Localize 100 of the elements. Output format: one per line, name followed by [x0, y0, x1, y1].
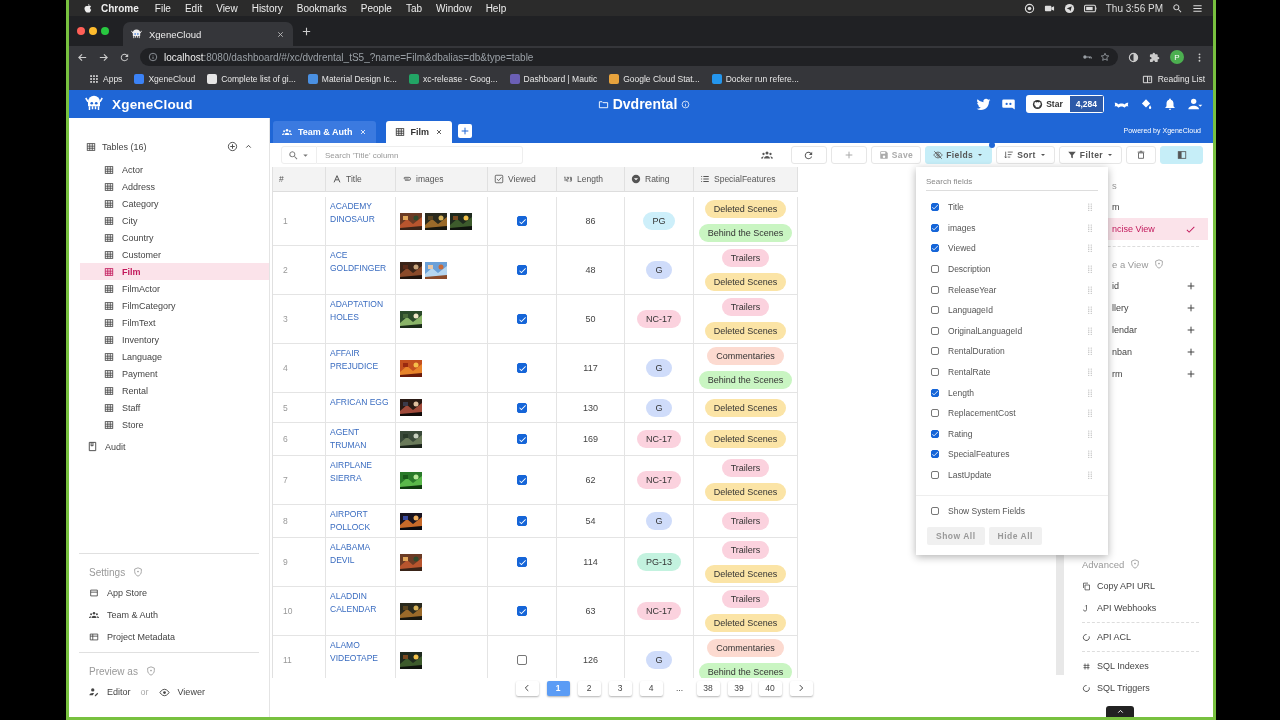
- column-header[interactable]: Length: [557, 167, 625, 192]
- menu-item[interactable]: File: [147, 2, 178, 14]
- checkbox[interactable]: [517, 216, 527, 226]
- column-header[interactable]: Rating: [625, 167, 694, 192]
- sidebar-item[interactable]: Language: [80, 348, 269, 365]
- sidebar-item[interactable]: App Store: [89, 582, 259, 604]
- drag-handle-icon[interactable]: [1085, 264, 1095, 275]
- search-options-button[interactable]: [281, 146, 317, 164]
- column-header[interactable]: SpecialFeatures: [694, 167, 798, 192]
- checkbox[interactable]: [931, 326, 939, 335]
- zoom-light[interactable]: [101, 27, 109, 35]
- sidebar-item[interactable]: Address: [80, 178, 269, 195]
- apple-icon[interactable]: [82, 2, 93, 14]
- close-light[interactable]: [77, 27, 85, 35]
- checkbox[interactable]: [931, 409, 939, 418]
- drag-handle-icon[interactable]: [1085, 387, 1095, 398]
- menu-item[interactable]: API Webhooks: [1064, 597, 1213, 619]
- panel-toggle-button[interactable]: [1160, 146, 1203, 164]
- menu-item[interactable]: Help: [478, 2, 514, 14]
- sidebar-item[interactable]: Customer: [80, 246, 269, 263]
- sidebar-item[interactable]: Actor: [80, 161, 269, 178]
- checkbox[interactable]: [517, 265, 527, 275]
- table-cell[interactable]: 48: [557, 246, 625, 295]
- reading-list-button[interactable]: Reading List: [1141, 73, 1205, 85]
- sidebar-item[interactable]: Staff: [80, 399, 269, 416]
- delete-button[interactable]: [1126, 146, 1156, 164]
- table-cell[interactable]: AGENT TRUMAN: [326, 423, 396, 456]
- table-cell[interactable]: AIRPLANE SIERRA: [326, 456, 396, 505]
- checkbox[interactable]: [931, 388, 939, 397]
- menu-item[interactable]: API ACL: [1064, 626, 1213, 648]
- tab[interactable]: Film: [385, 121, 453, 143]
- table-cell[interactable]: 86: [557, 197, 625, 246]
- send-icon[interactable]: [1063, 2, 1075, 14]
- reload-icon[interactable]: [119, 51, 130, 63]
- page-button[interactable]: 38: [696, 680, 720, 696]
- view-type-label[interactable]: nban: [1112, 347, 1133, 357]
- expand-handle[interactable]: [1106, 706, 1134, 717]
- sidebar-item[interactable]: FilmCategory: [80, 297, 269, 314]
- table-cell[interactable]: 54: [557, 505, 625, 538]
- checkbox[interactable]: [517, 557, 527, 567]
- checkbox[interactable]: [931, 285, 939, 294]
- view-type-label[interactable]: id: [1112, 281, 1119, 291]
- drag-handle-icon[interactable]: [1085, 284, 1095, 295]
- menu-item[interactable]: SQL Triggers: [1064, 677, 1213, 699]
- table-cell[interactable]: AIRPORT POLLOCK: [326, 505, 396, 538]
- tab[interactable]: Team & Auth: [273, 121, 376, 143]
- checkbox[interactable]: [517, 655, 527, 665]
- plus-icon[interactable]: [1186, 369, 1196, 379]
- menu-item[interactable]: People: [353, 2, 399, 14]
- checkbox[interactable]: [517, 475, 527, 485]
- sidebar-item[interactable]: Project Metadata: [89, 626, 259, 648]
- checkbox[interactable]: [517, 434, 527, 444]
- key-icon[interactable]: [1082, 52, 1092, 62]
- checkbox[interactable]: [517, 402, 527, 413]
- view-type-label[interactable]: lendar: [1112, 325, 1138, 335]
- drag-handle-icon[interactable]: [1085, 428, 1095, 439]
- caret-up-icon[interactable]: [244, 142, 253, 151]
- column-header[interactable]: images: [396, 167, 488, 192]
- sidebar-item[interactable]: Rental: [80, 382, 269, 399]
- drag-handle-icon[interactable]: [1085, 202, 1095, 213]
- star-icon[interactable]: [1100, 52, 1110, 62]
- close-icon[interactable]: [358, 128, 367, 136]
- add-circle-icon[interactable]: [227, 141, 238, 152]
- menu-item[interactable]: Tab: [398, 2, 430, 14]
- sidebar-item[interactable]: Audit: [69, 438, 269, 455]
- checkbox[interactable]: [931, 368, 939, 377]
- table-cell[interactable]: 114: [557, 538, 625, 587]
- plus-icon[interactable]: [1186, 303, 1196, 313]
- menu-item[interactable]: Edit: [177, 2, 210, 14]
- table-cell[interactable]: 117: [557, 344, 625, 393]
- checkbox[interactable]: [517, 314, 527, 324]
- table-cell[interactable]: ACADEMY DINOSAUR: [326, 197, 396, 246]
- sidebar-item[interactable]: City: [80, 212, 269, 229]
- view-type-label[interactable]: rm: [1112, 369, 1123, 379]
- drag-handle-icon[interactable]: [1085, 325, 1095, 336]
- filter-button[interactable]: Filter: [1058, 146, 1122, 164]
- bell-icon[interactable]: [1163, 97, 1177, 111]
- table-cell[interactable]: 63: [557, 587, 625, 636]
- bookmark[interactable]: xc-release - Goog...: [408, 74, 498, 84]
- table-cell[interactable]: 50: [557, 295, 625, 344]
- menu-item[interactable]: Copy API URL: [1064, 575, 1213, 597]
- menu-item[interactable]: SQL Indexes: [1064, 655, 1213, 677]
- menu-icon[interactable]: [1192, 2, 1203, 14]
- checkbox[interactable]: [931, 203, 939, 212]
- sidebar-item[interactable]: FilmText: [80, 314, 269, 331]
- checkbox[interactable]: [931, 450, 939, 459]
- bookmark[interactable]: Apps: [89, 74, 123, 84]
- sidebar-item[interactable]: Category: [80, 195, 269, 212]
- close-icon[interactable]: [276, 29, 285, 39]
- record-icon[interactable]: [1023, 2, 1035, 14]
- page-button[interactable]: 2: [577, 680, 601, 696]
- paint-bucket-icon[interactable]: [1139, 97, 1153, 111]
- puzzle-icon[interactable]: [1149, 51, 1160, 63]
- checkbox[interactable]: [931, 244, 939, 253]
- checkbox[interactable]: [931, 429, 939, 438]
- table-cell[interactable]: ADAPTATION HOLES: [326, 295, 396, 344]
- column-header[interactable]: #: [273, 167, 326, 192]
- search-icon[interactable]: [1172, 2, 1183, 14]
- drag-handle-icon[interactable]: [1085, 243, 1095, 254]
- checkbox[interactable]: [931, 223, 939, 232]
